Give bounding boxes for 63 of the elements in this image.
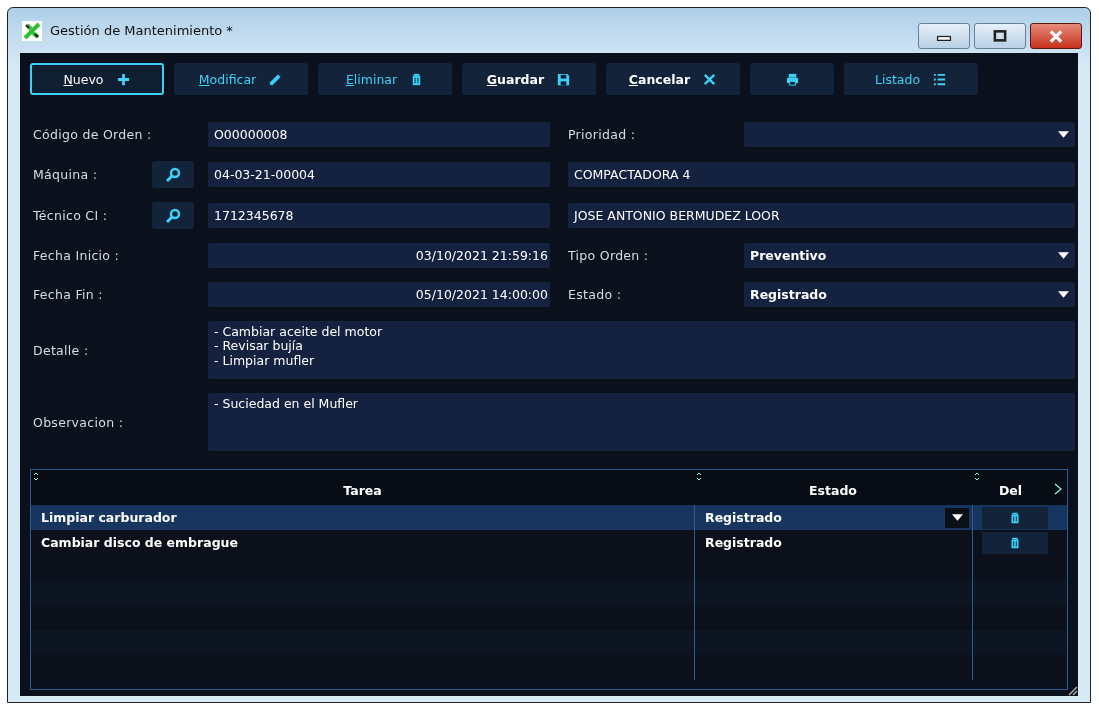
field-label: Máquina : — [33, 167, 99, 182]
table-cell-text: Limpiar carburador — [40, 509, 178, 527]
field-label: Fecha Fin : — [33, 287, 104, 302]
wrench-icon — [22, 20, 42, 41]
maximize-button[interactable] — [974, 23, 1026, 49]
input-field[interactable]: 03/10/2021 21:59:16 — [208, 243, 550, 268]
field-label: Prioridad : — [568, 127, 637, 142]
input-field[interactable]: 05/10/2021 14:00:00 — [208, 282, 550, 307]
table-cell-text: Cambiar disco de embrague — [40, 534, 239, 552]
printer-icon — [784, 71, 800, 87]
close-button[interactable] — [1030, 23, 1082, 49]
sort-icon[interactable] — [696, 472, 702, 481]
resize-grip-icon[interactable] — [1066, 684, 1078, 696]
caret-icon — [1058, 252, 1069, 259]
minimize-button[interactable] — [918, 23, 970, 49]
table-row[interactable]: Limpiar carburador Registrado — [31, 505, 1067, 530]
maximize-icon — [991, 29, 1009, 43]
toolbar-button[interactable]: Cancelar — [606, 63, 740, 95]
input-field[interactable]: O00000008 — [208, 122, 550, 147]
plus-icon — [115, 71, 131, 87]
dropdown-button[interactable] — [945, 507, 969, 528]
sort-icon[interactable] — [974, 472, 980, 481]
search-button[interactable] — [152, 161, 194, 188]
column-header[interactable]: Estado — [694, 470, 972, 505]
field-label: Fecha Inicio : — [33, 248, 121, 263]
field-label: Código de Orden : — [33, 127, 152, 142]
column-header[interactable]: Del — [972, 470, 1049, 505]
caret-icon — [951, 514, 963, 521]
input-field[interactable]: 04-03-21-00004 — [208, 162, 550, 187]
toolbar-button[interactable]: Eliminar — [318, 63, 452, 95]
field-label: Técnico CI : — [33, 208, 109, 223]
text-area[interactable]: - Cambiar aceite del motor - Revisar bujía - Limpiar mufler — [208, 321, 1075, 379]
field-label: Tipo Orden : — [568, 248, 650, 263]
list-icon — [932, 71, 948, 87]
dropdown[interactable]: Preventivo — [744, 243, 1075, 268]
text-area[interactable]: - Suciedad en el Mufler — [208, 393, 1075, 451]
caret-icon — [1058, 131, 1069, 138]
search-button[interactable] — [152, 202, 194, 229]
close-icon — [1047, 29, 1065, 43]
toolbar-button[interactable]: Listado — [844, 63, 978, 95]
delete-button[interactable] — [982, 531, 1048, 554]
toolbar-button[interactable]: Modificar — [174, 63, 308, 95]
table-cell: Registrado — [705, 535, 782, 550]
delete-button[interactable] — [982, 506, 1048, 529]
field-label: Estado : — [568, 287, 623, 302]
window-title: Gestión de Mantenimiento * — [50, 23, 233, 38]
chevron-right-icon[interactable] — [1054, 482, 1062, 495]
caret-icon — [1058, 291, 1069, 298]
close-icon — [702, 71, 718, 87]
sort-icon[interactable] — [33, 472, 39, 481]
toolbar-button[interactable]: Guardar — [462, 63, 596, 95]
field-label: Observacion : — [33, 414, 125, 430]
input-field[interactable]: 1712345678 — [208, 203, 550, 228]
printer-button[interactable] — [750, 63, 834, 95]
column-header[interactable]: Tarea — [31, 470, 694, 505]
field-label: Detalle : — [33, 342, 90, 358]
input-field[interactable]: COMPACTADORA 4 — [568, 162, 1075, 187]
dropdown[interactable]: Registrado — [744, 282, 1075, 307]
toolbar-button[interactable]: Nuevo — [30, 63, 164, 95]
table-cell: Registrado — [705, 510, 782, 525]
input-field[interactable]: JOSE ANTONIO BERMUDEZ LOOR — [568, 203, 1075, 228]
search-icon — [165, 207, 181, 224]
search-icon — [165, 166, 181, 183]
